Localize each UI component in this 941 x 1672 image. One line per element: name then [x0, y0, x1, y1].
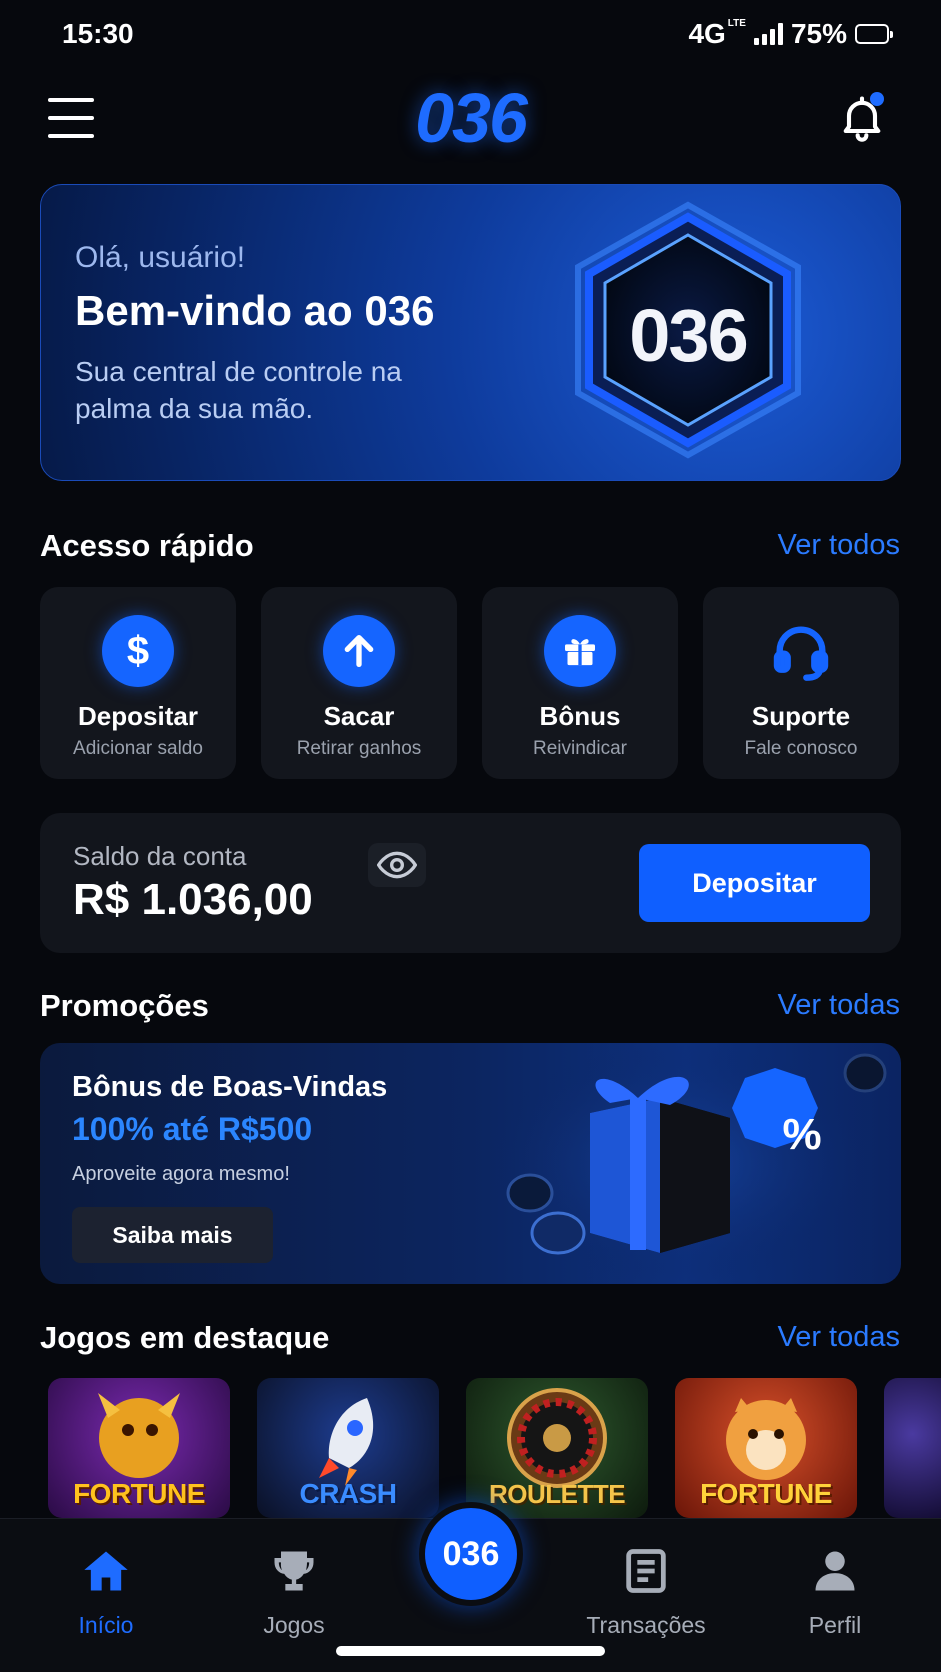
promotions-see-all[interactable]: Ver todas	[777, 989, 900, 1022]
hero-subtitle: Sua central de controle na palma da sua …	[75, 356, 402, 424]
quick-label: Depositar	[78, 701, 198, 731]
hero-greeting: Olá, usuário!	[75, 241, 246, 274]
games-title: Jogos em destaque	[40, 1320, 330, 1355]
nav-games[interactable]: Jogos	[219, 1545, 369, 1639]
balance-value: R$ 1.036,00	[73, 875, 313, 924]
deposit-button[interactable]: Depositar	[639, 844, 870, 922]
quick-label: Bônus	[539, 701, 621, 731]
quick-label: Sacar	[323, 701, 395, 731]
game-card-crash[interactable]: CRASH	[257, 1378, 439, 1518]
promo-card[interactable]: Bônus de Boas-Vindas 100% até R$500 Apro…	[40, 1043, 901, 1284]
notification-badge	[870, 92, 884, 106]
home-icon	[84, 1551, 128, 1591]
trophy-icon	[274, 1551, 314, 1591]
quick-access-title: Acesso rápido	[40, 528, 254, 563]
nav-label: Perfil	[808, 1612, 862, 1638]
game-name: ROULETTE	[488, 1479, 626, 1509]
game-card-fortune-dragon[interactable]: FORTUNE	[48, 1378, 230, 1518]
battery-icon	[855, 24, 893, 44]
learn-more-button[interactable]: Saiba mais	[72, 1207, 273, 1263]
quick-sub: Adicionar saldo	[73, 738, 203, 759]
game-card-partial[interactable]	[884, 1378, 941, 1518]
signal-icon	[753, 23, 783, 45]
promo-highlight: 100% até R$500	[72, 1111, 313, 1147]
headset-icon	[765, 615, 837, 687]
quick-sub: Reivindicar	[533, 738, 627, 759]
center-home-button[interactable]: 036	[419, 1502, 523, 1606]
status-time: 15:30	[62, 18, 134, 49]
promotions-title: Promoções	[40, 988, 209, 1023]
quick-withdraw[interactable]: Sacar Retirar ganhos	[261, 587, 457, 779]
nav-profile[interactable]: Perfil	[760, 1545, 910, 1639]
game-name: FORTUNE	[700, 1478, 832, 1509]
battery-percent: 75%	[790, 18, 847, 49]
game-card-fortune-tiger[interactable]: FORTUNE	[675, 1378, 857, 1518]
promo-percent-badge: %	[782, 1110, 822, 1159]
nav-label: Transações	[586, 1612, 706, 1638]
promo-subtitle: Aproveite agora mesmo!	[72, 1163, 290, 1185]
hero-title: Bem-vindo ao 036	[75, 287, 435, 334]
game-card-roulette[interactable]: ROULETTE	[466, 1378, 648, 1518]
nav-home[interactable]: Início	[31, 1545, 181, 1639]
nav-label: Jogos	[263, 1612, 325, 1638]
status-indicators: 4G LTE 75%	[688, 18, 893, 50]
nav-label: Início	[78, 1612, 134, 1638]
network-small-label: LTE	[727, 18, 746, 29]
gift-icon	[544, 615, 616, 687]
home-indicator	[336, 1646, 605, 1656]
gift-box-icon	[480, 1043, 887, 1283]
quick-bonus[interactable]: Bônus Reivindicar	[482, 587, 678, 779]
balance-label: Saldo da conta	[73, 841, 247, 871]
toggle-balance-visibility[interactable]	[368, 843, 426, 887]
dollar-icon: $	[102, 615, 174, 687]
quick-access-see-all[interactable]: Ver todos	[777, 529, 900, 562]
user-icon	[815, 1551, 855, 1591]
nav-transactions[interactable]: Transações	[571, 1545, 721, 1639]
games-see-all[interactable]: Ver todas	[777, 1321, 900, 1354]
network-label: 4G	[688, 18, 726, 49]
quick-support[interactable]: Suporte Fale conosco	[703, 587, 899, 779]
balance-card: Saldo da conta R$ 1.036,00 Depositar	[40, 813, 901, 953]
quick-sub: Fale conosco	[744, 738, 858, 759]
promo-title: Bônus de Boas-Vindas	[72, 1071, 388, 1103]
notifications-button[interactable]	[836, 92, 888, 144]
app-logo: 036	[415, 79, 528, 157]
welcome-banner: Olá, usuário! Bem-vindo ao 036 Sua centr…	[40, 184, 901, 481]
quick-label: Suporte	[751, 701, 851, 731]
quick-sub: Retirar ganhos	[296, 738, 422, 759]
game-name: CRASH	[299, 1478, 397, 1509]
hero-badge-text: 036	[629, 294, 748, 377]
game-name: FORTUNE	[73, 1478, 205, 1509]
eye-icon	[377, 851, 417, 879]
arrow-up-icon	[323, 615, 395, 687]
receipt-icon	[626, 1549, 666, 1593]
quick-deposit[interactable]: $ Depositar Adicionar saldo	[40, 587, 236, 779]
